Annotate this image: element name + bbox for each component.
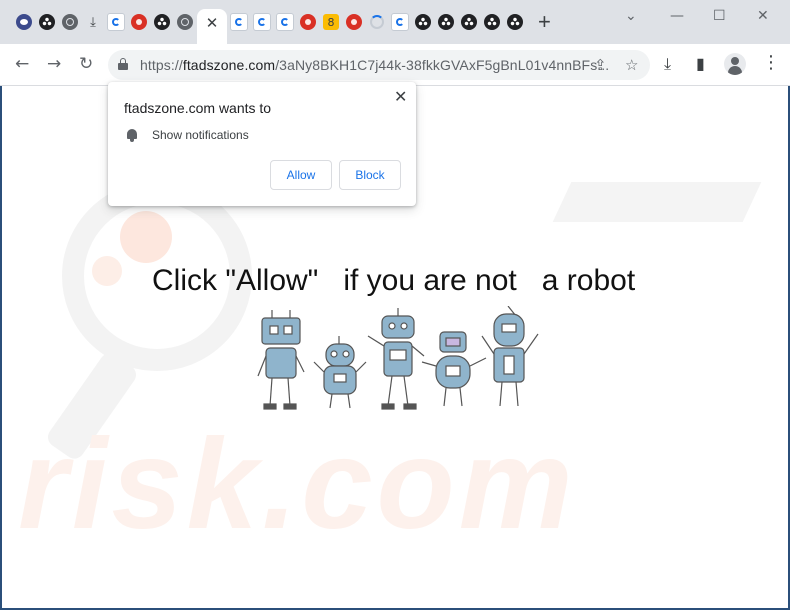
red-circle-icon — [131, 14, 147, 30]
back-button[interactable]: ← — [15, 54, 29, 74]
refresh-icon — [230, 13, 248, 31]
new-tab-button[interactable]: + — [538, 11, 551, 33]
tab[interactable] — [435, 9, 457, 35]
tab[interactable] — [297, 9, 319, 35]
robot-4 — [421, 331, 487, 407]
close-tab-icon[interactable]: ✕ — [206, 14, 219, 32]
tab[interactable] — [59, 9, 81, 35]
tab-search-icon[interactable]: ⌄ — [625, 8, 637, 24]
avatar-head — [731, 57, 739, 65]
robots-illustration — [257, 306, 539, 410]
tab[interactable] — [251, 9, 273, 35]
allow-button[interactable]: Allow — [270, 160, 332, 190]
tab[interactable] — [366, 9, 388, 35]
dialog-close-button[interactable]: ✕ — [394, 87, 407, 106]
film-reel-icon — [507, 14, 523, 30]
globe-icon — [62, 14, 78, 30]
lock-icon[interactable] — [118, 58, 128, 70]
robot-3 — [367, 308, 425, 410]
forward-button[interactable]: → — [47, 54, 61, 74]
film-reel-icon — [438, 14, 454, 30]
block-button[interactable]: Block — [339, 160, 401, 190]
refresh-icon — [107, 13, 125, 31]
tab[interactable] — [458, 9, 480, 35]
minimize-button[interactable]: — — [670, 8, 684, 24]
url-text[interactable]: https://ftadszone.com/3aNy8BKH1C7j44k-38… — [140, 57, 609, 73]
menu-icon[interactable]: ⋮ — [762, 53, 780, 73]
tab-active[interactable]: ✕ — [197, 9, 227, 44]
watermark-slash — [552, 182, 762, 222]
refresh-icon — [253, 13, 271, 31]
tab[interactable] — [151, 9, 173, 35]
robot-1 — [257, 310, 305, 410]
watermark-text: risk.com — [18, 413, 577, 556]
tab[interactable] — [228, 9, 250, 35]
bell-icon — [126, 128, 138, 142]
avatar-body — [728, 66, 742, 75]
film-reel-icon — [415, 14, 431, 30]
dialog-title: ftadszone.com wants to — [124, 100, 272, 116]
tab[interactable] — [504, 9, 526, 35]
site-logo-icon — [16, 14, 32, 30]
tab[interactable]: ⤓ — [82, 9, 104, 35]
film-reel-icon — [39, 14, 55, 30]
bookmark-star-icon[interactable]: ☆ — [625, 56, 638, 74]
reload-button[interactable]: ↻ — [79, 54, 93, 74]
notification-permission-dialog: ftadszone.com wants to ✕ Show notificati… — [108, 82, 416, 206]
red-circle-icon — [300, 14, 316, 30]
permission-label: Show notifications — [152, 128, 249, 142]
globe-icon — [177, 14, 193, 30]
tab[interactable]: 8 — [320, 9, 342, 35]
downloads-icon[interactable]: ⤓ — [664, 55, 671, 73]
browser-toolbar: ← → ↻ https://ftadszone.com/3aNy8BKH1C7j… — [0, 44, 790, 86]
film-reel-icon — [484, 14, 500, 30]
red-circle-icon — [346, 14, 362, 30]
watermark-dot — [120, 211, 172, 263]
tab[interactable] — [36, 9, 58, 35]
tab[interactable] — [274, 9, 296, 35]
maximize-button[interactable]: ☐ — [713, 8, 726, 24]
tab[interactable] — [13, 9, 35, 35]
lock-badge-icon: 8 — [323, 14, 339, 30]
profile-avatar[interactable] — [724, 53, 746, 75]
film-reel-icon — [154, 14, 170, 30]
robot-5 — [481, 306, 539, 407]
refresh-icon — [276, 13, 294, 31]
tab[interactable] — [343, 9, 365, 35]
loading-spinner-icon — [370, 15, 384, 29]
share-icon[interactable]: ⇪ — [594, 56, 607, 74]
film-reel-icon — [461, 14, 477, 30]
refresh-icon — [391, 13, 409, 31]
side-panel-icon[interactable]: ▮ — [696, 55, 705, 73]
close-window-button[interactable]: ✕ — [757, 8, 769, 24]
tab[interactable] — [105, 9, 127, 35]
tab[interactable] — [481, 9, 503, 35]
tab[interactable] — [389, 9, 411, 35]
url-scheme: https:// — [140, 57, 183, 73]
url-host: ftadszone.com — [182, 57, 276, 73]
address-bar[interactable]: https://ftadszone.com/3aNy8BKH1C7j44k-38… — [108, 50, 650, 80]
robot-2 — [313, 336, 367, 409]
tab[interactable] — [174, 9, 196, 35]
tab[interactable] — [412, 9, 434, 35]
tab[interactable] — [128, 9, 150, 35]
tab-strip: ⤓ ✕ 8 + ⌄ — ☐ ✕ — [0, 0, 790, 44]
watermark-dot — [92, 256, 122, 286]
page-headline: Click "Allow" if you are not a robot — [152, 264, 636, 297]
url-path: /3aNy8BKH1C7j44k-38fkkGVAxF5gBnL01v4nnBF… — [275, 57, 610, 73]
download-icon: ⤓ — [90, 14, 96, 30]
